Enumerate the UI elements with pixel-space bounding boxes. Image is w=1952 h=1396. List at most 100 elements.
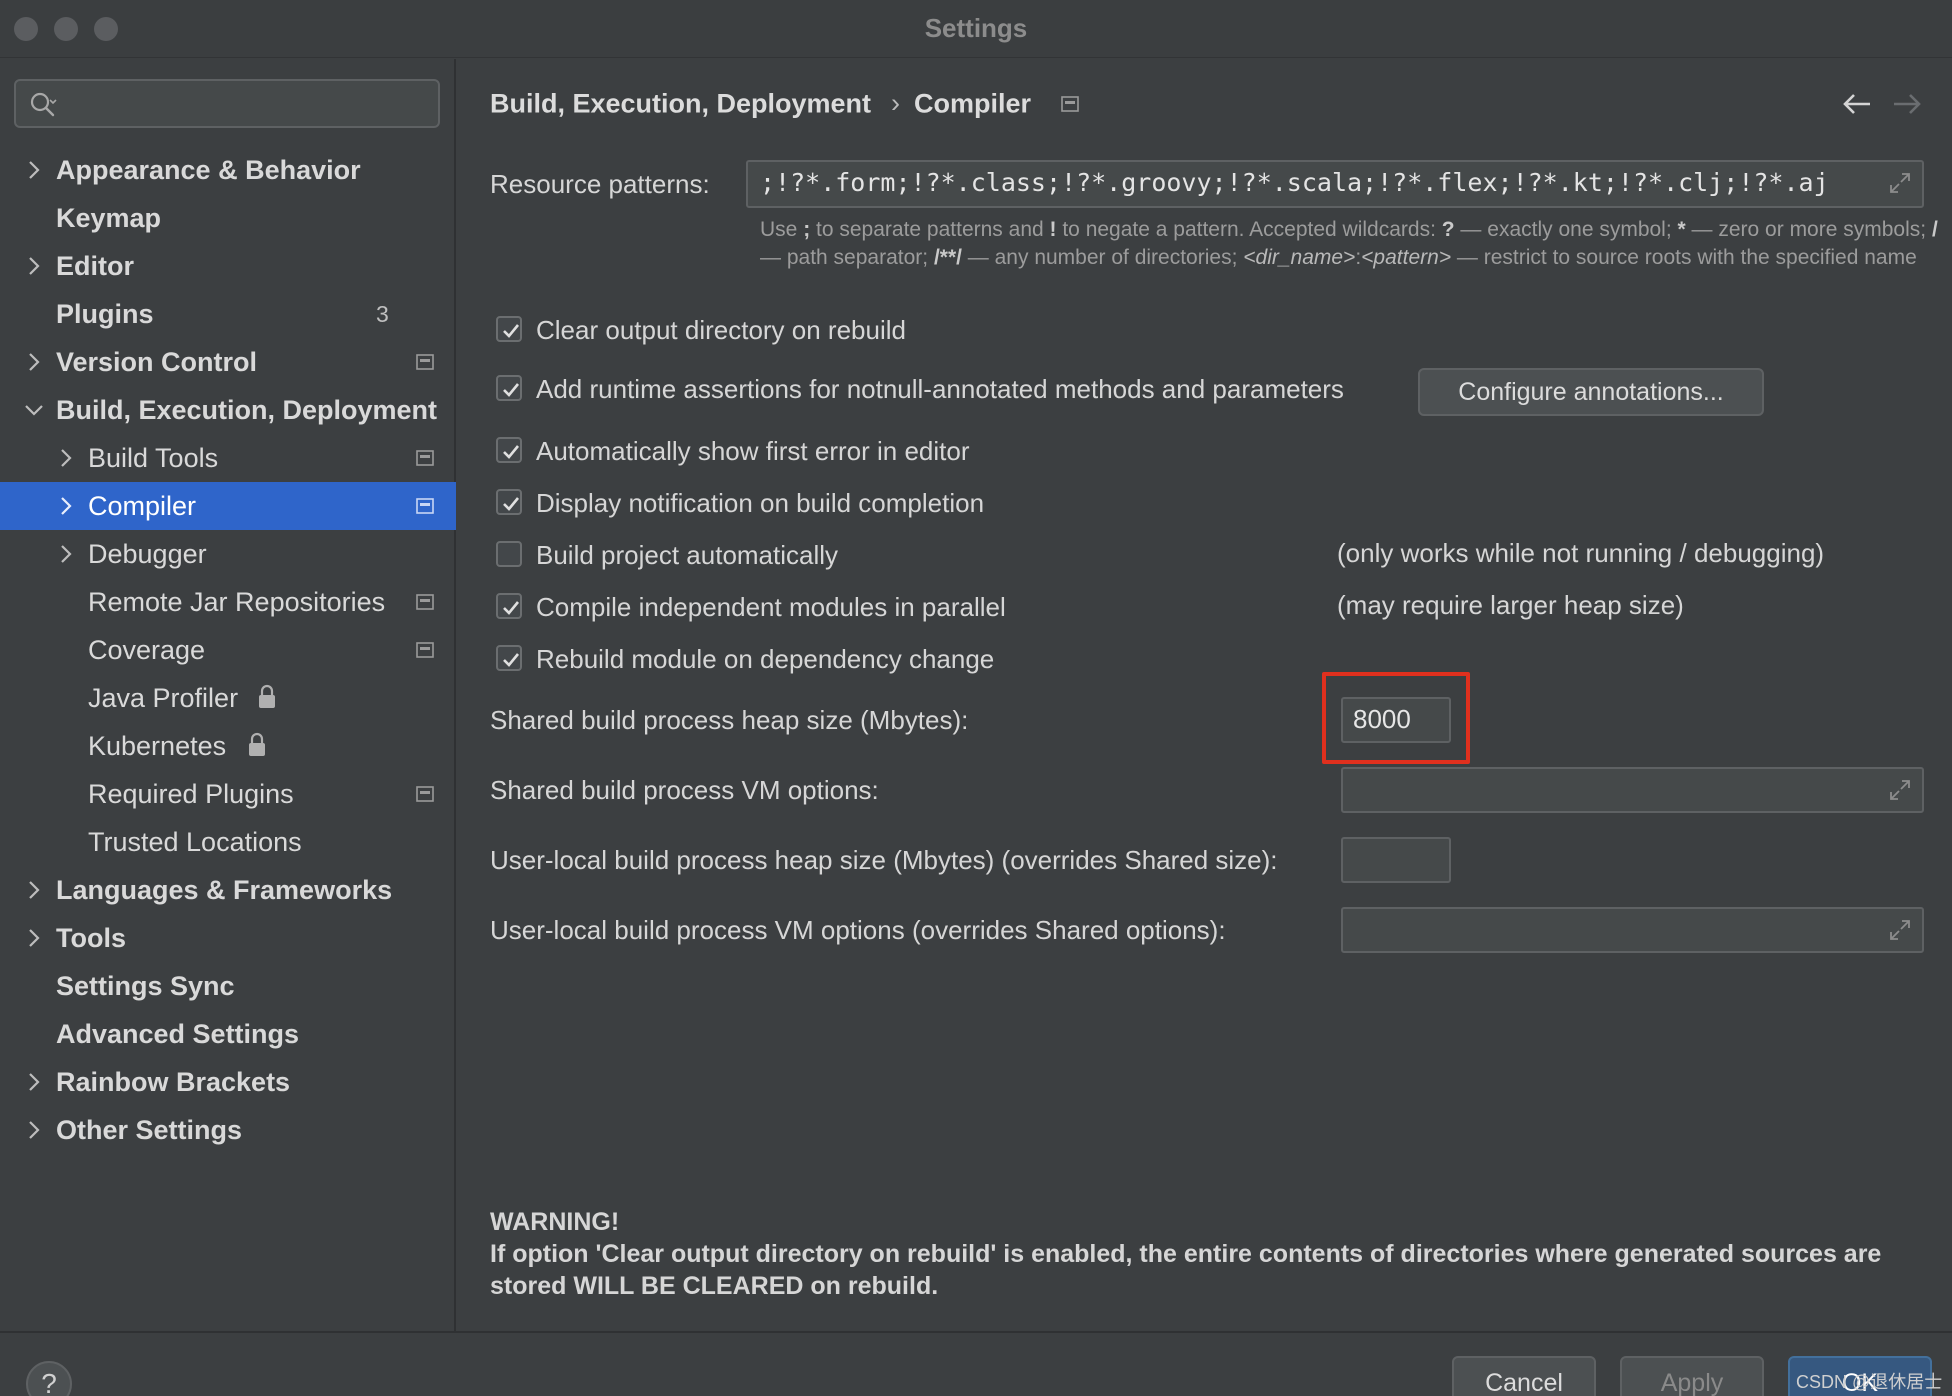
sidebar-item-debugger[interactable]: Debugger bbox=[0, 530, 456, 578]
shared-heap-size-label: Shared build process heap size (Mbytes): bbox=[490, 705, 969, 735]
sidebar-item-label: Keymap bbox=[56, 203, 162, 233]
show-first-error-checkbox-row[interactable]: Automatically show first error in editor bbox=[496, 434, 1196, 468]
sidebar-item-rainbow-brackets[interactable]: Rainbow Brackets bbox=[0, 1058, 456, 1106]
chevron-right-icon[interactable] bbox=[54, 542, 78, 566]
sidebar-item-settings-sync[interactable]: Settings Sync bbox=[0, 962, 456, 1010]
sidebar-item-label: Trusted Locations bbox=[88, 827, 302, 857]
expand-icon[interactable] bbox=[1888, 171, 1912, 195]
chevron-right-icon[interactable] bbox=[22, 878, 46, 902]
resource-patterns-field[interactable]: ;!?*.form;!?*.class;!?*.groovy;!?*.scala… bbox=[746, 160, 1924, 208]
notify-completion-checkbox-row[interactable]: Display notification on build completion bbox=[496, 486, 1196, 520]
chevron-right-icon[interactable] bbox=[22, 926, 46, 950]
chevron-right-icon[interactable] bbox=[54, 446, 78, 470]
shared-vm-options-field[interactable] bbox=[1341, 767, 1924, 813]
sidebar-item-label: Coverage bbox=[88, 635, 206, 665]
sidebar-item-other-settings[interactable]: Other Settings bbox=[0, 1106, 456, 1154]
sidebar-item-label: Other Settings bbox=[56, 1115, 243, 1145]
sidebar-item-remote-jar-repositories[interactable]: Remote Jar Repositories bbox=[0, 578, 456, 626]
plugins-update-count: 3 bbox=[376, 301, 389, 327]
project-level-icon bbox=[416, 450, 434, 466]
chevron-right-icon[interactable] bbox=[22, 350, 46, 374]
runtime-assertions-label: Add runtime assertions for notnull-annot… bbox=[536, 374, 1344, 404]
sidebar-item-advanced-settings[interactable]: Advanced Settings bbox=[0, 1010, 456, 1058]
checkmark-icon bbox=[503, 324, 520, 338]
rebuild-dependency-checkbox[interactable] bbox=[496, 645, 522, 671]
cancel-button[interactable]: Cancel bbox=[1452, 1356, 1596, 1396]
lock-icon bbox=[249, 732, 265, 756]
sidebar-item-version-control[interactable]: Version Control bbox=[0, 338, 456, 386]
sidebar-item-label: Build, Execution, Deployment bbox=[56, 395, 438, 425]
sidebar-item-java-profiler[interactable]: Java Profiler bbox=[0, 674, 456, 722]
expand-icon[interactable] bbox=[1888, 918, 1912, 942]
sidebar-item-label: Rainbow Brackets bbox=[56, 1067, 291, 1097]
build-automatically-label: Build project automatically bbox=[536, 540, 839, 570]
sidebar-item-label: Java Profiler bbox=[88, 683, 239, 713]
apply-button[interactable]: Apply bbox=[1620, 1356, 1764, 1396]
parallel-compile-label: Compile independent modules in parallel bbox=[536, 592, 1006, 622]
rebuild-dependency-checkbox-row[interactable]: Rebuild module on dependency change bbox=[496, 642, 1196, 676]
expand-icon[interactable] bbox=[1888, 778, 1912, 802]
sidebar-item-label: Languages & Frameworks bbox=[56, 875, 393, 905]
parallel-compile-checkbox[interactable] bbox=[496, 593, 522, 619]
sidebar-item-label: Settings Sync bbox=[56, 971, 235, 1001]
breadcrumb-parent[interactable]: Build, Execution, Deployment bbox=[490, 88, 871, 118]
breadcrumb: Build, Execution, Deployment › Compiler bbox=[490, 87, 1079, 119]
sidebar-item-editor[interactable]: Editor bbox=[0, 242, 456, 290]
chevron-right-icon[interactable] bbox=[22, 1070, 46, 1094]
window-title: Settings bbox=[924, 13, 1028, 43]
dialog-footer: ? Cancel Apply OK CSDN @退休居士 bbox=[0, 1331, 1952, 1396]
compiler-settings-panel: Build, Execution, Deployment › Compiler Re… bbox=[458, 59, 1952, 1331]
parallel-compile-checkbox-row[interactable]: Compile independent modules in parallel bbox=[496, 590, 1196, 624]
chevron-right-icon[interactable] bbox=[22, 158, 46, 182]
configure-annotations-button[interactable]: Configure annotations... bbox=[1418, 368, 1764, 416]
checkmark-icon bbox=[503, 445, 520, 459]
resource-patterns-hint: Use ; to separate patterns and ! to nega… bbox=[760, 218, 1938, 269]
forward-arrow-icon[interactable] bbox=[1890, 89, 1924, 119]
runtime-assertions-checkbox[interactable] bbox=[496, 375, 522, 401]
notify-completion-label: Display notification on build completion bbox=[536, 488, 985, 518]
back-arrow-icon[interactable] bbox=[1840, 89, 1874, 119]
clear-output-label: Clear output directory on rebuild bbox=[536, 315, 906, 345]
sidebar-item-appearance-behavior[interactable]: Appearance & Behavior bbox=[0, 146, 456, 194]
sidebar-item-languages-frameworks[interactable]: Languages & Frameworks bbox=[0, 866, 456, 914]
watermark: CSDN @退休居士 bbox=[1796, 1372, 1943, 1392]
sidebar-item-kubernetes[interactable]: Kubernetes bbox=[0, 722, 456, 770]
sidebar-item-label: Version Control bbox=[56, 347, 258, 377]
local-heap-size-label: User-local build process heap size (Mbyt… bbox=[490, 845, 1278, 875]
breadcrumb-separator: › bbox=[891, 88, 901, 119]
notify-completion-checkbox[interactable] bbox=[496, 489, 522, 515]
sidebar-item-keymap[interactable]: Keymap bbox=[0, 194, 456, 242]
chevron-right-icon[interactable] bbox=[22, 1118, 46, 1142]
sidebar-item-tools[interactable]: Tools bbox=[0, 914, 456, 962]
clear-output-checkbox-row[interactable]: Clear output directory on rebuild bbox=[496, 313, 1196, 347]
show-first-error-label: Automatically show first error in editor bbox=[536, 436, 970, 466]
build-automatically-checkbox-row[interactable]: Build project automatically bbox=[496, 538, 1196, 572]
local-heap-size-field[interactable] bbox=[1341, 837, 1451, 883]
resource-patterns-value: ;!?*.form;!?*.class;!?*.groovy;!?*.scala… bbox=[760, 168, 1829, 197]
sidebar-item-plugins[interactable]: Plugins 3 bbox=[0, 290, 456, 338]
sidebar-item-required-plugins[interactable]: Required Plugins bbox=[0, 770, 456, 818]
sidebar-item-build-tools[interactable]: Build Tools bbox=[0, 434, 456, 482]
shared-heap-size-field[interactable]: 8000 bbox=[1341, 697, 1451, 743]
sidebar-item-trusted-locations[interactable]: Trusted Locations bbox=[0, 818, 456, 866]
chevron-right-icon[interactable] bbox=[22, 254, 46, 278]
sidebar-item-compiler[interactable]: Compiler bbox=[0, 482, 456, 530]
sidebar-item-label: Kubernetes bbox=[88, 731, 227, 761]
clear-output-checkbox[interactable] bbox=[496, 316, 522, 342]
build-automatically-checkbox[interactable] bbox=[496, 541, 522, 567]
sidebar-item-label: Build Tools bbox=[88, 443, 219, 473]
runtime-assertions-checkbox-row[interactable]: Add runtime assertions for notnull-annot… bbox=[496, 372, 1496, 406]
sidebar-item-label: Compiler bbox=[88, 491, 197, 521]
breadcrumb-current: Compiler bbox=[914, 88, 1032, 119]
parallel-compile-note: (may require larger heap size) bbox=[1337, 590, 1684, 620]
search-input[interactable] bbox=[14, 79, 440, 128]
local-vm-options-field[interactable] bbox=[1341, 907, 1924, 953]
help-button[interactable]: ? bbox=[26, 1361, 72, 1396]
show-first-error-checkbox[interactable] bbox=[496, 437, 522, 463]
sidebar-item-label: Appearance & Behavior bbox=[56, 155, 361, 185]
chevron-right-icon[interactable] bbox=[54, 494, 78, 518]
sidebar-item-label: Editor bbox=[56, 251, 134, 281]
chevron-down-icon[interactable] bbox=[22, 398, 46, 422]
sidebar-item-build-execution-deployment[interactable]: Build, Execution, Deployment bbox=[0, 386, 456, 434]
sidebar-item-coverage[interactable]: Coverage bbox=[0, 626, 456, 674]
